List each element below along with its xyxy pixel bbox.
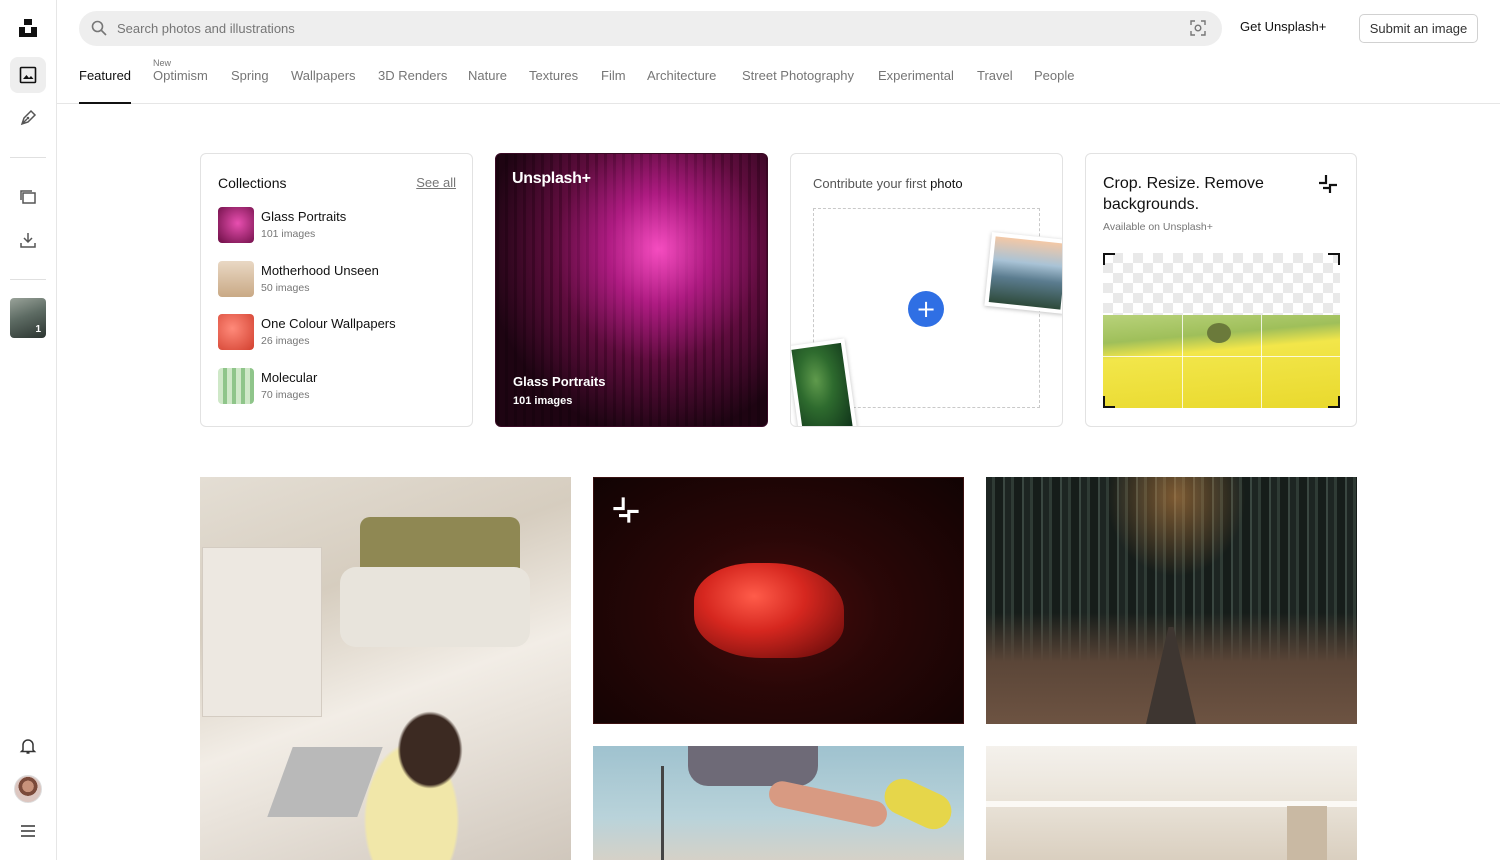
contribute-card: Contribute your first photo + — [790, 153, 1063, 427]
photo-woman-on-bed[interactable] — [200, 477, 571, 860]
search-icon — [91, 20, 107, 41]
crop-grid-line — [1261, 315, 1262, 408]
contribute-emphasis: photo — [930, 176, 963, 191]
tab-architecture[interactable]: Architecture — [647, 68, 716, 83]
crop-grid-line — [1182, 315, 1183, 408]
photo-detail — [688, 746, 818, 786]
add-photo-button[interactable]: + — [908, 291, 944, 327]
crop-promo-card[interactable]: Crop. Resize. Remove backgrounds. Availa… — [1085, 153, 1357, 427]
photo-detail — [267, 747, 383, 817]
menu-icon[interactable] — [10, 813, 46, 849]
pen-icon[interactable] — [10, 100, 46, 136]
collections-card: Collections See all Glass Portraits 101 … — [200, 153, 473, 427]
tab-spring[interactable]: Spring — [231, 68, 269, 83]
featured-collection-card[interactable]: Unsplash+ Glass Portraits 101 images — [495, 153, 768, 427]
collection-name: One Colour Wallpapers — [261, 316, 396, 331]
new-badge: New — [153, 58, 172, 68]
featured-collection-count: 101 images — [513, 395, 573, 407]
collection-thumbnail — [218, 261, 254, 297]
collection-name: Motherhood Unseen — [261, 263, 379, 278]
collection-thumbnail — [218, 368, 254, 404]
collection-item[interactable]: One Colour Wallpapers 26 images — [218, 314, 458, 350]
photo-detail — [1287, 806, 1327, 860]
search-input[interactable] — [117, 11, 1157, 46]
tab-experimental[interactable]: Experimental — [878, 68, 954, 83]
tab-featured[interactable]: Featured — [79, 68, 131, 83]
photo-detail — [694, 563, 844, 658]
active-tab-indicator — [79, 102, 131, 104]
bell-icon[interactable] — [10, 728, 46, 764]
collection-count: 50 images — [261, 282, 310, 294]
collection-count: 101 images — [261, 228, 316, 240]
image-icon[interactable] — [10, 57, 46, 93]
collection-count: 70 images — [261, 389, 310, 401]
collection-thumbnail — [218, 207, 254, 243]
download-icon[interactable] — [10, 222, 46, 258]
submit-image-button[interactable]: Submit an image — [1359, 14, 1478, 43]
contribute-prefix: Contribute your first — [813, 176, 927, 191]
collections-icon[interactable] — [10, 179, 46, 215]
collection-name: Glass Portraits — [261, 209, 347, 224]
unsplash-plus-icon — [1318, 174, 1338, 199]
crop-title: Crop. Resize. Remove backgrounds. — [1103, 175, 1264, 213]
see-all-link[interactable]: See all — [416, 175, 456, 190]
photo-interior[interactable] — [986, 746, 1357, 860]
left-rail: 1 — [0, 0, 57, 860]
rail-divider — [10, 279, 46, 280]
collection-count: 26 images — [261, 335, 310, 347]
collection-thumbnail — [218, 314, 254, 350]
unsplash-plus-logo: Unsplash+ — [512, 170, 591, 187]
collection-item[interactable]: Molecular 70 images — [218, 368, 458, 404]
tree-shape — [1207, 323, 1231, 343]
tab-textures[interactable]: Textures — [529, 68, 578, 83]
collection-item[interactable]: Glass Portraits 101 images — [218, 207, 458, 243]
rail-divider — [10, 157, 46, 158]
photo-detail — [1106, 477, 1246, 577]
contribute-title: Contribute your first photo — [813, 176, 963, 191]
featured-collection-name: Glass Portraits — [513, 374, 606, 389]
photo-detail — [661, 766, 664, 860]
collections-title: Collections — [218, 175, 287, 191]
tab-optimism[interactable]: Optimism — [153, 68, 208, 83]
topic-tabs: Featured New Optimism Spring Wallpapers … — [57, 56, 1500, 104]
photo-red-rock[interactable] — [593, 477, 964, 724]
tab-people[interactable]: People — [1034, 68, 1074, 83]
photo-detail — [766, 778, 890, 830]
unsplash-logo-icon[interactable] — [10, 10, 46, 46]
tab-travel[interactable]: Travel — [977, 68, 1013, 83]
crop-handle — [1328, 396, 1340, 408]
collection-item[interactable]: Motherhood Unseen 50 images — [218, 261, 458, 297]
recent-upload-thumbnail[interactable]: 1 — [10, 298, 46, 338]
crop-handle — [1328, 253, 1340, 265]
tab-wallpapers[interactable]: Wallpapers — [291, 68, 356, 83]
crop-subtitle: Available on Unsplash+ — [1103, 221, 1213, 233]
avatar[interactable] — [14, 775, 42, 803]
thumbnail-count: 1 — [35, 324, 41, 335]
visual-search-icon[interactable] — [1190, 20, 1206, 41]
unsplash-plus-icon — [612, 496, 640, 529]
photo-detail — [202, 547, 322, 717]
search-bar — [79, 11, 1222, 46]
get-unsplash-plus-link[interactable]: Get Unsplash+ — [1240, 19, 1326, 34]
photo-detail — [340, 567, 530, 647]
photo-detail — [1146, 627, 1196, 724]
collection-name: Molecular — [261, 370, 318, 385]
crop-handle — [1103, 396, 1115, 408]
crop-handle — [1103, 253, 1115, 265]
tab-3d-renders[interactable]: 3D Renders — [378, 68, 447, 83]
tab-nature[interactable]: Nature — [468, 68, 507, 83]
crop-grid-line — [1103, 356, 1340, 357]
tab-street-photography[interactable]: Street Photography — [742, 68, 854, 83]
photo-runner[interactable] — [593, 746, 964, 860]
photo-detail — [878, 772, 958, 836]
photo-bamboo-forest[interactable] — [986, 477, 1357, 724]
sample-photo-mountain-lake — [984, 232, 1062, 314]
crop-preview — [1103, 253, 1340, 408]
tab-film[interactable]: Film — [601, 68, 626, 83]
